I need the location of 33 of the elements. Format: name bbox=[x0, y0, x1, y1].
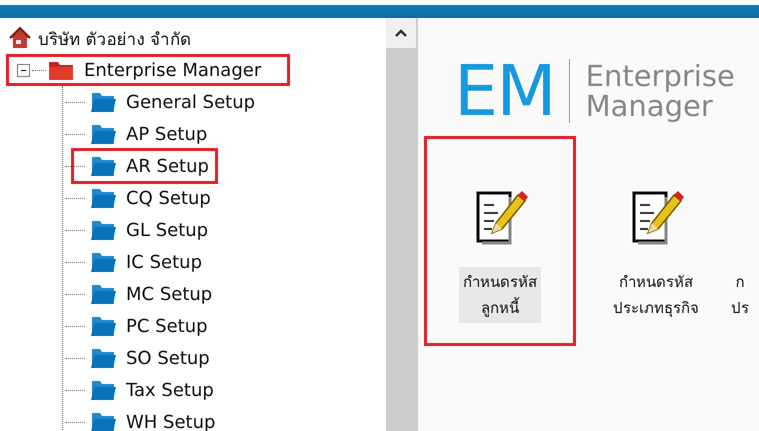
tile-label[interactable]: ก ปร bbox=[731, 267, 749, 323]
folder-icon bbox=[90, 187, 116, 209]
house-icon bbox=[8, 26, 32, 50]
tree-item[interactable]: AP Setup bbox=[126, 124, 208, 144]
scrollbar[interactable] bbox=[386, 18, 418, 431]
tree-item[interactable]: SO Setup bbox=[126, 348, 210, 368]
tree-item[interactable]: GL Setup bbox=[126, 220, 208, 240]
tile-label[interactable]: กำหนดรหัส ประเภทธุรกิจ bbox=[609, 267, 703, 323]
tree-item[interactable]: บริษัท ตัวอย่าง จำกัด bbox=[38, 24, 191, 52]
logo-initials: EM bbox=[454, 56, 555, 126]
folder-icon bbox=[90, 91, 116, 113]
folder-icon bbox=[90, 315, 116, 337]
tree-item[interactable]: IC Setup bbox=[126, 252, 202, 272]
logo-text: Manager bbox=[586, 91, 713, 122]
folder-icon bbox=[90, 411, 116, 431]
tree-item[interactable]: CQ Setup bbox=[126, 188, 211, 208]
folder-icon bbox=[90, 379, 116, 401]
tree-item[interactable]: Tax Setup bbox=[126, 380, 214, 400]
folder-icon bbox=[90, 283, 116, 305]
collapse-toggle-icon[interactable] bbox=[17, 64, 30, 76]
folder-icon bbox=[90, 347, 116, 369]
folder-icon bbox=[90, 155, 116, 177]
tree-item[interactable]: General Setup bbox=[126, 92, 256, 112]
tree-item[interactable]: PC Setup bbox=[126, 316, 208, 336]
tile-label[interactable]: กำหนดรหัส ลูกหนี้ bbox=[459, 267, 541, 323]
logo-text: Enterprise bbox=[586, 60, 735, 91]
tree-item[interactable]: WH Setup bbox=[126, 412, 216, 431]
folder-icon bbox=[90, 123, 116, 145]
folder-icon bbox=[90, 219, 116, 241]
scroll-up-icon[interactable] bbox=[386, 18, 416, 48]
folder-icon bbox=[90, 251, 116, 273]
tree-item[interactable]: MC Setup bbox=[126, 284, 212, 304]
folder-icon bbox=[48, 59, 74, 81]
